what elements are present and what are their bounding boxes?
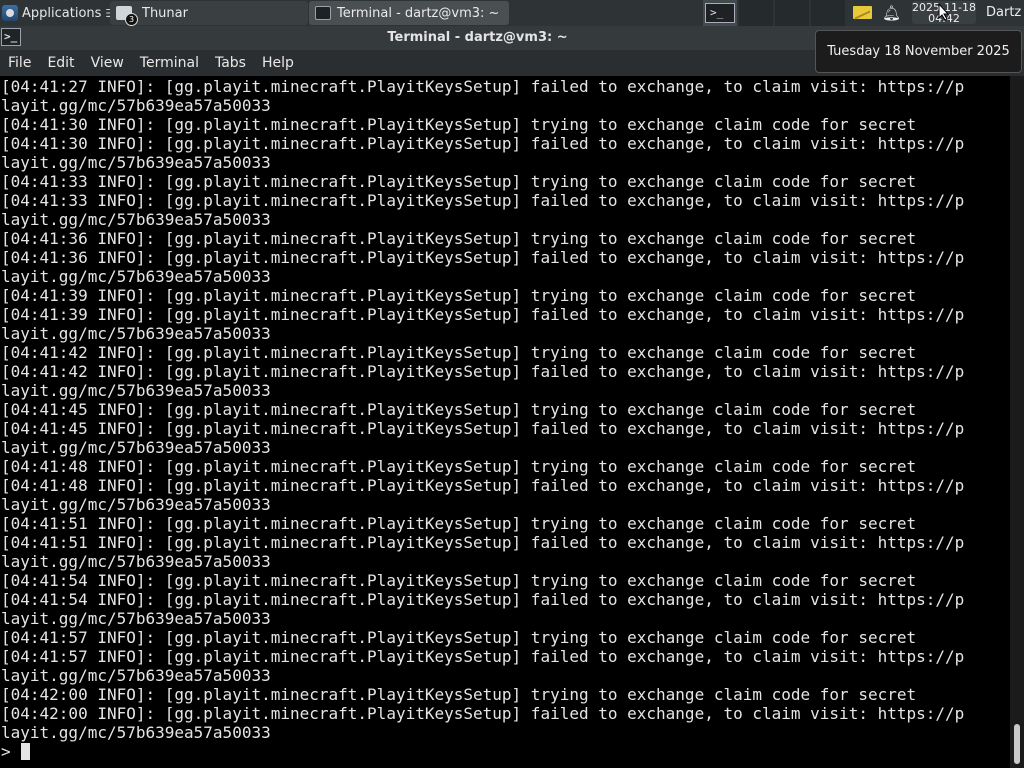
workspace-4[interactable] [811, 0, 845, 26]
terminal-line: [04:41:42 INFO]: [gg.playit.minecraft.Pl… [1, 343, 917, 362]
menu-tabs[interactable]: Tabs [207, 55, 254, 71]
terminal-line: [04:41:48 INFO]: [gg.playit.minecraft.Pl… [1, 457, 917, 476]
file-manager-icon: 3 [116, 6, 138, 26]
taskbar-item-thunar[interactable]: 3 Thunar [110, 1, 308, 26]
terminal-line: layit.gg/mc/57b639ea57a50033 [1, 381, 271, 400]
window-title: Terminal - dartz@vm3: ~ [387, 30, 568, 45]
window-count-badge: 3 [125, 13, 138, 26]
terminal-line: [04:41:39 INFO]: [gg.playit.minecraft.Pl… [1, 305, 965, 324]
taskbar-item-label: Thunar [142, 5, 188, 21]
terminal-line: [04:41:51 INFO]: [gg.playit.minecraft.Pl… [1, 514, 917, 533]
terminal-output[interactable]: [04:41:27 INFO]: [gg.playit.minecraft.Pl… [0, 76, 1010, 768]
terminal-line: layit.gg/mc/57b639ea57a50033 [1, 723, 271, 742]
terminal-line: [04:41:45 INFO]: [gg.playit.minecraft.Pl… [1, 419, 965, 438]
terminal-line: layit.gg/mc/57b639ea57a50033 [1, 438, 271, 457]
terminal-line: [04:41:57 INFO]: [gg.playit.minecraft.Pl… [1, 628, 917, 647]
terminal-line: [04:41:42 INFO]: [gg.playit.minecraft.Pl… [1, 362, 965, 381]
applications-menu-button[interactable]: Applications ☰ [0, 0, 119, 26]
terminal-line: [04:41:54 INFO]: [gg.playit.minecraft.Pl… [1, 571, 917, 590]
menu-edit[interactable]: Edit [39, 55, 82, 71]
top-panel: Applications ☰ 3 Thunar Terminal - dartz… [0, 0, 1024, 26]
applications-label: Applications [22, 5, 102, 21]
workspace-1[interactable]: >_ [703, 0, 737, 26]
terminal-line: layit.gg/mc/57b639ea57a50033 [1, 609, 271, 628]
terminal-prompt-line[interactable]: > [0, 742, 1010, 761]
terminal-line: [04:41:48 INFO]: [gg.playit.minecraft.Pl… [1, 476, 965, 495]
terminal-line: [04:41:51 INFO]: [gg.playit.minecraft.Pl… [1, 533, 965, 552]
terminal-line: layit.gg/mc/57b639ea57a50033 [1, 96, 271, 115]
terminal-line: layit.gg/mc/57b639ea57a50033 [1, 495, 271, 514]
workspace-2[interactable] [739, 0, 773, 26]
terminal-line: [04:41:45 INFO]: [gg.playit.minecraft.Pl… [1, 400, 917, 419]
terminal-line: [04:41:54 INFO]: [gg.playit.minecraft.Pl… [1, 590, 965, 609]
applications-logo-icon [2, 5, 18, 21]
terminal-line: [04:41:27 INFO]: [gg.playit.minecraft.Pl… [1, 77, 965, 96]
menu-view[interactable]: View [83, 55, 132, 71]
terminal-line: [04:41:30 INFO]: [gg.playit.minecraft.Pl… [1, 134, 965, 153]
terminal-line: layit.gg/mc/57b639ea57a50033 [1, 153, 271, 172]
menu-file[interactable]: File [0, 55, 39, 71]
terminal-line: layit.gg/mc/57b639ea57a50033 [1, 324, 271, 343]
terminal-line: [04:42:00 INFO]: [gg.playit.minecraft.Pl… [1, 685, 917, 704]
scrollbar-thumb[interactable] [1014, 724, 1020, 764]
taskbar-item-label: Terminal - dartz@vm3: ~ [337, 5, 500, 21]
terminal-line: [04:41:30 INFO]: [gg.playit.minecraft.Pl… [1, 115, 917, 134]
terminal-icon: >_ [705, 3, 735, 23]
terminal-line: [04:41:33 INFO]: [gg.playit.minecraft.Pl… [1, 191, 965, 210]
date-tooltip: Tuesday 18 November 2025 [815, 30, 1022, 73]
text-cursor [20, 743, 30, 760]
terminal-lines: [04:41:27 INFO]: [gg.playit.minecraft.Pl… [0, 76, 1010, 742]
terminal-line: [04:41:36 INFO]: [gg.playit.minecraft.Pl… [1, 248, 965, 267]
user-menu[interactable]: Dartz [986, 5, 1021, 20]
terminal-scrollbar[interactable] [1010, 76, 1024, 768]
terminal-line: [04:42:00 INFO]: [gg.playit.minecraft.Pl… [1, 704, 965, 723]
terminal-line: [04:41:39 INFO]: [gg.playit.minecraft.Pl… [1, 286, 917, 305]
mail-notification-icon[interactable] [853, 6, 872, 19]
taskbar-item-terminal[interactable]: Terminal - dartz@vm3: ~ [309, 1, 509, 25]
terminal-line: [04:41:57 INFO]: [gg.playit.minecraft.Pl… [1, 647, 965, 666]
terminal-line: [04:41:36 INFO]: [gg.playit.minecraft.Pl… [1, 229, 917, 248]
terminal-icon [315, 6, 331, 20]
terminal-line: layit.gg/mc/57b639ea57a50033 [1, 267, 271, 286]
workspace-3[interactable] [775, 0, 809, 26]
prompt-symbol: > [1, 742, 11, 761]
notification-bell-icon[interactable]: 🔔︎ [882, 4, 901, 22]
terminal-line: layit.gg/mc/57b639ea57a50033 [1, 552, 271, 571]
terminal-line: layit.gg/mc/57b639ea57a50033 [1, 210, 271, 229]
menu-help[interactable]: Help [254, 55, 302, 71]
terminal-line: layit.gg/mc/57b639ea57a50033 [1, 666, 271, 685]
menu-terminal[interactable]: Terminal [132, 55, 207, 71]
terminal-line: [04:41:33 INFO]: [gg.playit.minecraft.Pl… [1, 172, 917, 191]
